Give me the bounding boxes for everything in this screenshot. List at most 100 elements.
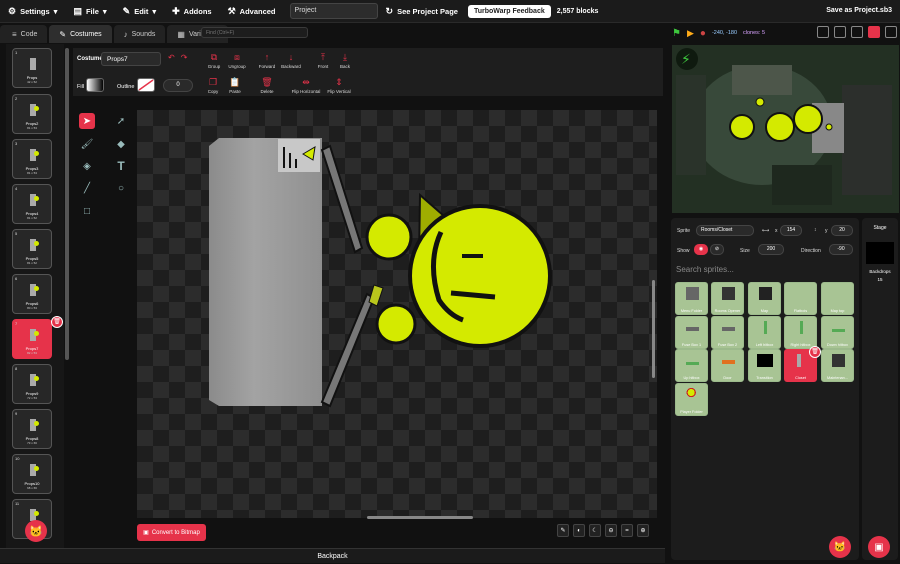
direction-input[interactable]: -90 xyxy=(829,244,853,255)
zoom-reset-button[interactable]: = xyxy=(621,524,633,537)
delete-button[interactable]: 🗑 Delete xyxy=(251,77,283,94)
reshape-tool[interactable]: ➚ xyxy=(113,113,129,129)
stage-selector[interactable]: Stage Backdrops 15 xyxy=(862,218,898,560)
ungroup-button[interactable]: ⧈ Ungroup xyxy=(221,52,253,69)
arrow-bottom-icon: ⤓ xyxy=(343,52,347,62)
sprite-tile[interactable]: Left hitbox xyxy=(748,316,781,349)
dark-mode-icon[interactable]: ☾ xyxy=(589,524,601,537)
sprite-tile[interactable]: Down hitbox xyxy=(821,316,854,349)
sprite-tile[interactable]: Map xyxy=(748,282,781,315)
y-input[interactable]: 20 xyxy=(831,225,853,236)
paste-button[interactable]: 📋 Paste xyxy=(219,77,251,94)
costume-item[interactable]: 4 Props4 81 x 52 xyxy=(12,184,52,224)
costume-item[interactable]: 2 Props2 81 x 53 xyxy=(12,94,52,134)
costume-list-scrollbar[interactable] xyxy=(65,48,69,360)
rectangle-tool[interactable]: □ xyxy=(79,203,95,219)
sprite-tile[interactable]: Right hitbox xyxy=(784,316,817,349)
feedback-button[interactable]: TurboWarp Feedback xyxy=(467,4,551,18)
show-visible-toggle[interactable]: ◉ xyxy=(694,244,708,255)
add-backdrop-button[interactable]: ▣ xyxy=(868,536,890,558)
add-sprite-button[interactable]: 🐱 xyxy=(829,536,851,558)
stage-view[interactable]: ⚡ xyxy=(672,45,899,213)
tab-code[interactable]: ≡ Code xyxy=(0,25,48,43)
backward-button[interactable]: ↓ Backward xyxy=(275,52,307,69)
trash-icon[interactable]: 🗑 xyxy=(51,316,63,328)
tab-costumes[interactable]: ✎ Costumes xyxy=(49,25,112,43)
canvas-horizontal-scrollbar[interactable] xyxy=(367,516,473,519)
line-tool[interactable]: ╱ xyxy=(79,180,95,196)
edit-menu[interactable]: ✎ Edit ▾ xyxy=(115,0,164,23)
sprite-tile[interactable]: Transition xyxy=(748,349,781,382)
folder-icon xyxy=(722,287,735,300)
convert-to-bitmap-button[interactable]: ▣ Convert to Bitmap xyxy=(137,524,206,541)
zoom-in-icon[interactable]: ⊕ xyxy=(637,524,649,537)
costume-name-input[interactable]: Props7 xyxy=(101,52,161,66)
turbo-icon[interactable]: ▶ xyxy=(687,28,694,39)
sprite-search-input[interactable]: Search sprites... xyxy=(674,265,858,277)
file-menu[interactable]: ▤ File ▾ xyxy=(65,0,114,23)
sprite-tile[interactable]: Maintenan... xyxy=(821,349,854,382)
debug-icon[interactable] xyxy=(817,26,829,38)
circle-tool[interactable]: ○ xyxy=(113,180,129,196)
brush-size-icon[interactable]: ✎ xyxy=(557,524,569,537)
costume-item[interactable]: 8 Props9 72 x 53 xyxy=(12,364,52,404)
text-tool[interactable]: T xyxy=(113,158,129,174)
costume-item[interactable]: 1 Props 42 x 52 xyxy=(12,48,52,88)
brush-tool[interactable]: 🖌 xyxy=(79,136,95,152)
trash-icon[interactable]: 🗑 xyxy=(809,346,821,358)
outline-width-input[interactable]: 0 xyxy=(163,79,193,92)
costume-item-selected[interactable]: 7 Props7 82 x 53 🗑 xyxy=(12,316,63,359)
normal-stage-icon[interactable] xyxy=(851,26,863,38)
find-input[interactable]: Find (Ctrl+F) xyxy=(201,27,308,38)
flip-vertical-button[interactable]: ⇕ Flip Vertical xyxy=(322,77,356,94)
tab-sounds[interactable]: ♪ Sounds xyxy=(113,25,166,43)
sprite-tile[interactable]: Map top xyxy=(821,282,854,315)
costume-item[interactable]: 6 Props6 80 x 53 xyxy=(12,274,52,314)
sprite-tile[interactable]: Menu Folder xyxy=(675,282,708,315)
sprite-tile[interactable]: Flatbois xyxy=(784,282,817,315)
paste-icon: 📋 xyxy=(229,77,241,87)
settings-menu[interactable]: ⚙ Settings ▾ xyxy=(0,0,65,23)
advanced-menu[interactable]: ⚒ Advanced xyxy=(220,0,284,23)
costume-item[interactable]: 10 Props10 68 x 66 xyxy=(12,454,52,494)
sprite-tile[interactable]: Door xyxy=(711,349,744,382)
hide-toggle[interactable]: ⊘ xyxy=(710,244,724,255)
add-costume-button[interactable]: 🐱 xyxy=(25,520,47,542)
sprite-name-input[interactable]: Rooms/Closet xyxy=(696,225,754,236)
sprite-tile[interactable]: Fuse Box 2 xyxy=(711,316,744,349)
backpack-bar[interactable]: Backpack xyxy=(0,548,665,563)
redo-icon[interactable]: ↷ xyxy=(181,53,188,62)
zoom-out-icon[interactable]: ⊖ xyxy=(605,524,617,537)
eraser-tool[interactable]: ◆ xyxy=(113,136,129,152)
costume-item[interactable]: 3 Props3 81 x 53 xyxy=(12,139,52,179)
small-stage-icon[interactable] xyxy=(834,26,846,38)
green-flag-icon[interactable]: ⚑ xyxy=(672,28,681,39)
fill-color-picker[interactable] xyxy=(86,78,104,92)
sprite-tile[interactable]: Fuse Box 1 xyxy=(675,316,708,349)
sprite-tile[interactable]: Up hitbox xyxy=(675,349,708,382)
canvas-vertical-scrollbar[interactable] xyxy=(652,280,655,378)
paint-canvas[interactable] xyxy=(137,110,657,518)
large-stage-icon[interactable] xyxy=(868,26,880,38)
save-as-button[interactable]: Save as Project.sb3 xyxy=(826,7,892,14)
sprite-tile[interactable]: Player Folder xyxy=(675,383,708,416)
undo-icon[interactable]: ↶ xyxy=(168,53,175,62)
chevron-down-icon: ▾ xyxy=(102,6,107,16)
x-input[interactable]: 154 xyxy=(780,225,802,236)
fill-tool[interactable]: ◈ xyxy=(79,158,95,174)
select-tool[interactable]: ➤ xyxy=(79,113,95,129)
back-button[interactable]: ⤓ Back xyxy=(329,52,361,69)
character-face xyxy=(408,204,552,348)
pointer-icon[interactable]: ◐ xyxy=(573,524,585,537)
size-input[interactable]: 200 xyxy=(758,244,784,255)
outline-color-picker[interactable] xyxy=(137,78,155,92)
sprite-tile[interactable]: Rooms Opener xyxy=(711,282,744,315)
see-project-page-button[interactable]: ↻ See Project Page xyxy=(378,0,466,23)
costume-drawing xyxy=(209,138,552,408)
stop-icon[interactable]: ● xyxy=(700,28,706,39)
costume-item[interactable]: 9 Props8 73 x 66 xyxy=(12,409,52,449)
project-title-input[interactable]: Project xyxy=(289,3,378,19)
addons-menu[interactable]: ✚ Addons xyxy=(164,0,219,23)
costume-item[interactable]: 5 Props5 81 x 52 xyxy=(12,229,52,269)
fullscreen-icon[interactable] xyxy=(885,26,897,38)
